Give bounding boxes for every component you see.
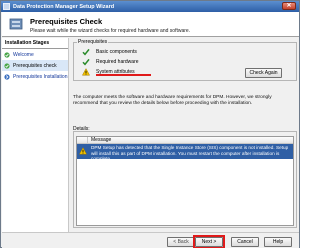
check-icon	[82, 48, 90, 56]
check-circle-icon	[4, 62, 10, 69]
check-circle-icon	[4, 51, 10, 58]
sidebar-item-welcome[interactable]: Welcome	[2, 49, 68, 60]
prerequisites-group: Prerequisites Basic components Required …	[73, 39, 297, 81]
group-label: Prerequisites	[77, 39, 109, 45]
summary-text: The computer meets the software and hard…	[73, 95, 272, 106]
prereq-row-basic-components: Basic components	[82, 48, 137, 56]
page-title: Prerequisites Check	[30, 17, 103, 26]
close-button[interactable]: ✕	[282, 2, 296, 10]
window-title: Data Protection Manager Setup Wizard	[13, 3, 115, 10]
arrow-circle-icon	[4, 73, 10, 80]
wizard-header: Prerequisites Check Please wait while th…	[2, 12, 299, 37]
table-row[interactable]: DPM Setup has detected that the Single I…	[77, 144, 293, 161]
title-bar: Data Protection Manager Setup Wizard ✕	[1, 1, 299, 12]
app-icon	[3, 3, 10, 10]
main-content: Prerequisites Basic components Required …	[73, 39, 297, 231]
sidebar-item-prerequisites-installation[interactable]: Prerequisites Installation	[2, 71, 68, 82]
setup-wizard-window: Data Protection Manager Setup Wizard ✕ P…	[0, 0, 300, 248]
installation-stages-sidebar: Installation Stages Welcome Prerequisite…	[2, 38, 69, 232]
prereq-label: Basic components	[96, 49, 137, 55]
prereq-row-required-hardware: Required hardware	[82, 58, 139, 66]
details-grid[interactable]: Message DPM Setup has detected that the …	[76, 136, 294, 226]
warning-icon	[82, 68, 90, 76]
help-button[interactable]: Help	[264, 237, 292, 247]
details-group: Message DPM Setup has detected that the …	[73, 131, 297, 228]
column-header-message[interactable]: Message	[77, 137, 293, 144]
prereq-label: Required hardware	[96, 59, 139, 65]
row-message: DPM Setup has detected that the Single I…	[91, 145, 289, 161]
next-button[interactable]: Next >	[195, 237, 223, 247]
page-subtitle: Please wait while the wizard checks for …	[30, 28, 191, 34]
sidebar-item-prerequisites-check[interactable]: Prerequisites check	[2, 60, 68, 71]
highlight-underline	[96, 74, 151, 76]
wizard-footer: < Back Next > Cancel Help	[2, 232, 299, 248]
check-again-button[interactable]: Check Again	[245, 68, 282, 78]
check-icon	[82, 58, 90, 66]
sidebar-item-label: Welcome	[13, 51, 34, 58]
back-button[interactable]: < Back	[167, 237, 195, 247]
sidebar-item-label: Prerequisites check	[13, 62, 57, 69]
sidebar-heading: Installation Stages	[2, 38, 68, 49]
server-icon	[9, 18, 23, 30]
warning-icon	[78, 147, 88, 157]
cancel-button[interactable]: Cancel	[231, 237, 259, 247]
sidebar-item-label: Prerequisites Installation	[13, 73, 68, 80]
